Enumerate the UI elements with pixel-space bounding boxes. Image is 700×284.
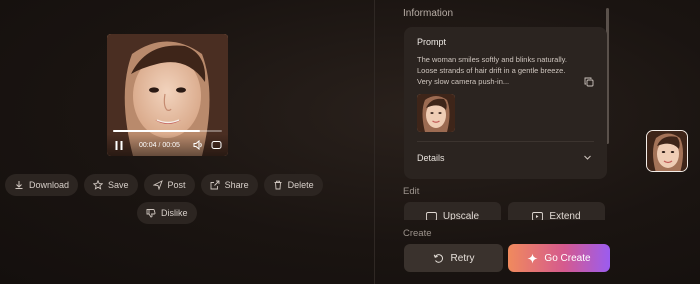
- star-icon: [93, 180, 104, 190]
- go-create-label: Go Create: [544, 252, 591, 264]
- panel-divider: [374, 0, 375, 284]
- delete-button[interactable]: Delete: [263, 174, 323, 196]
- download-button[interactable]: Download: [5, 174, 79, 196]
- chevron-down-icon[interactable]: [583, 153, 592, 162]
- download-label: Download: [29, 180, 70, 190]
- progress-fill: [113, 130, 201, 132]
- reference-face-image: [417, 94, 455, 132]
- post-label: Post: [167, 180, 186, 190]
- save-label: Save: [108, 180, 129, 190]
- hd-icon: [425, 211, 437, 220]
- loop-icon[interactable]: [210, 139, 222, 151]
- extend-icon: [532, 211, 544, 220]
- duration: 00:05: [162, 141, 180, 149]
- player-controls: 00:04 / 00:05: [107, 134, 228, 156]
- dislike-label: Dislike: [161, 208, 188, 218]
- delete-label: Delete: [287, 180, 314, 190]
- progress-bar[interactable]: [113, 130, 222, 132]
- prompt-text: The woman smiles softly and blinks natur…: [417, 55, 567, 86]
- send-icon: [152, 180, 163, 190]
- time-separator: /: [158, 141, 161, 149]
- retry-button[interactable]: Retry: [404, 244, 503, 272]
- upscale-label: Upscale: [442, 210, 480, 221]
- extend-label: Extend: [549, 210, 581, 221]
- thumbnail-face-image: [647, 131, 687, 171]
- sparkle-icon: [527, 253, 538, 263]
- prompt-separator: [417, 141, 594, 142]
- create-heading: Create: [403, 228, 432, 239]
- information-heading: Information: [403, 8, 454, 19]
- details-toggle-label[interactable]: Details: [417, 153, 445, 163]
- action-bar: Download Save Post Share Delete: [5, 174, 323, 196]
- prompt-title: Prompt: [417, 37, 447, 47]
- retry-label: Retry: [450, 252, 475, 264]
- go-create-button[interactable]: Go Create: [508, 244, 610, 272]
- secondary-action-bar: Dislike: [137, 202, 197, 224]
- prompt-reference-image[interactable]: [417, 94, 455, 132]
- current-time: 00:04: [139, 141, 157, 149]
- upscale-button[interactable]: Upscale: [404, 202, 501, 220]
- video-player[interactable]: 00:04 / 00:05: [107, 34, 228, 156]
- post-button[interactable]: Post: [143, 174, 195, 196]
- extend-button[interactable]: Extend: [508, 202, 605, 220]
- share-label: Share: [224, 180, 249, 190]
- volume-icon[interactable]: [192, 139, 204, 151]
- save-button[interactable]: Save: [84, 174, 138, 196]
- download-icon: [15, 181, 23, 189]
- share-button[interactable]: Share: [200, 174, 258, 196]
- copy-icon[interactable]: [584, 77, 594, 87]
- trash-icon: [274, 180, 282, 190]
- dislike-button[interactable]: Dislike: [137, 202, 197, 224]
- thumbs-down-icon: [146, 209, 156, 218]
- share-icon: [210, 180, 220, 190]
- time-display: 00:04 / 00:05: [139, 142, 180, 149]
- prompt-card: Prompt The woman smiles softly and blink…: [404, 27, 607, 179]
- retry-icon: [433, 253, 443, 263]
- generation-thumbnail[interactable]: [646, 130, 688, 172]
- edit-heading: Edit: [403, 186, 420, 197]
- pause-icon[interactable]: [113, 139, 125, 151]
